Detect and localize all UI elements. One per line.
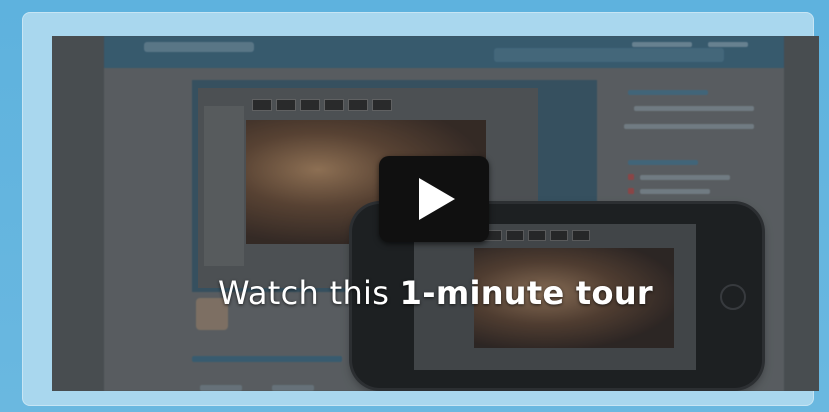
- tour-caption: Watch this 1-minute tour: [52, 274, 819, 312]
- caption-emphasis: 1-minute tour: [399, 274, 653, 312]
- play-icon: [419, 178, 455, 220]
- video-thumbnail[interactable]: Watch this 1-minute tour: [52, 36, 819, 391]
- caption-prefix: Watch this: [218, 274, 400, 312]
- page-background: Watch this 1-minute tour: [0, 0, 829, 412]
- play-button[interactable]: [379, 156, 489, 242]
